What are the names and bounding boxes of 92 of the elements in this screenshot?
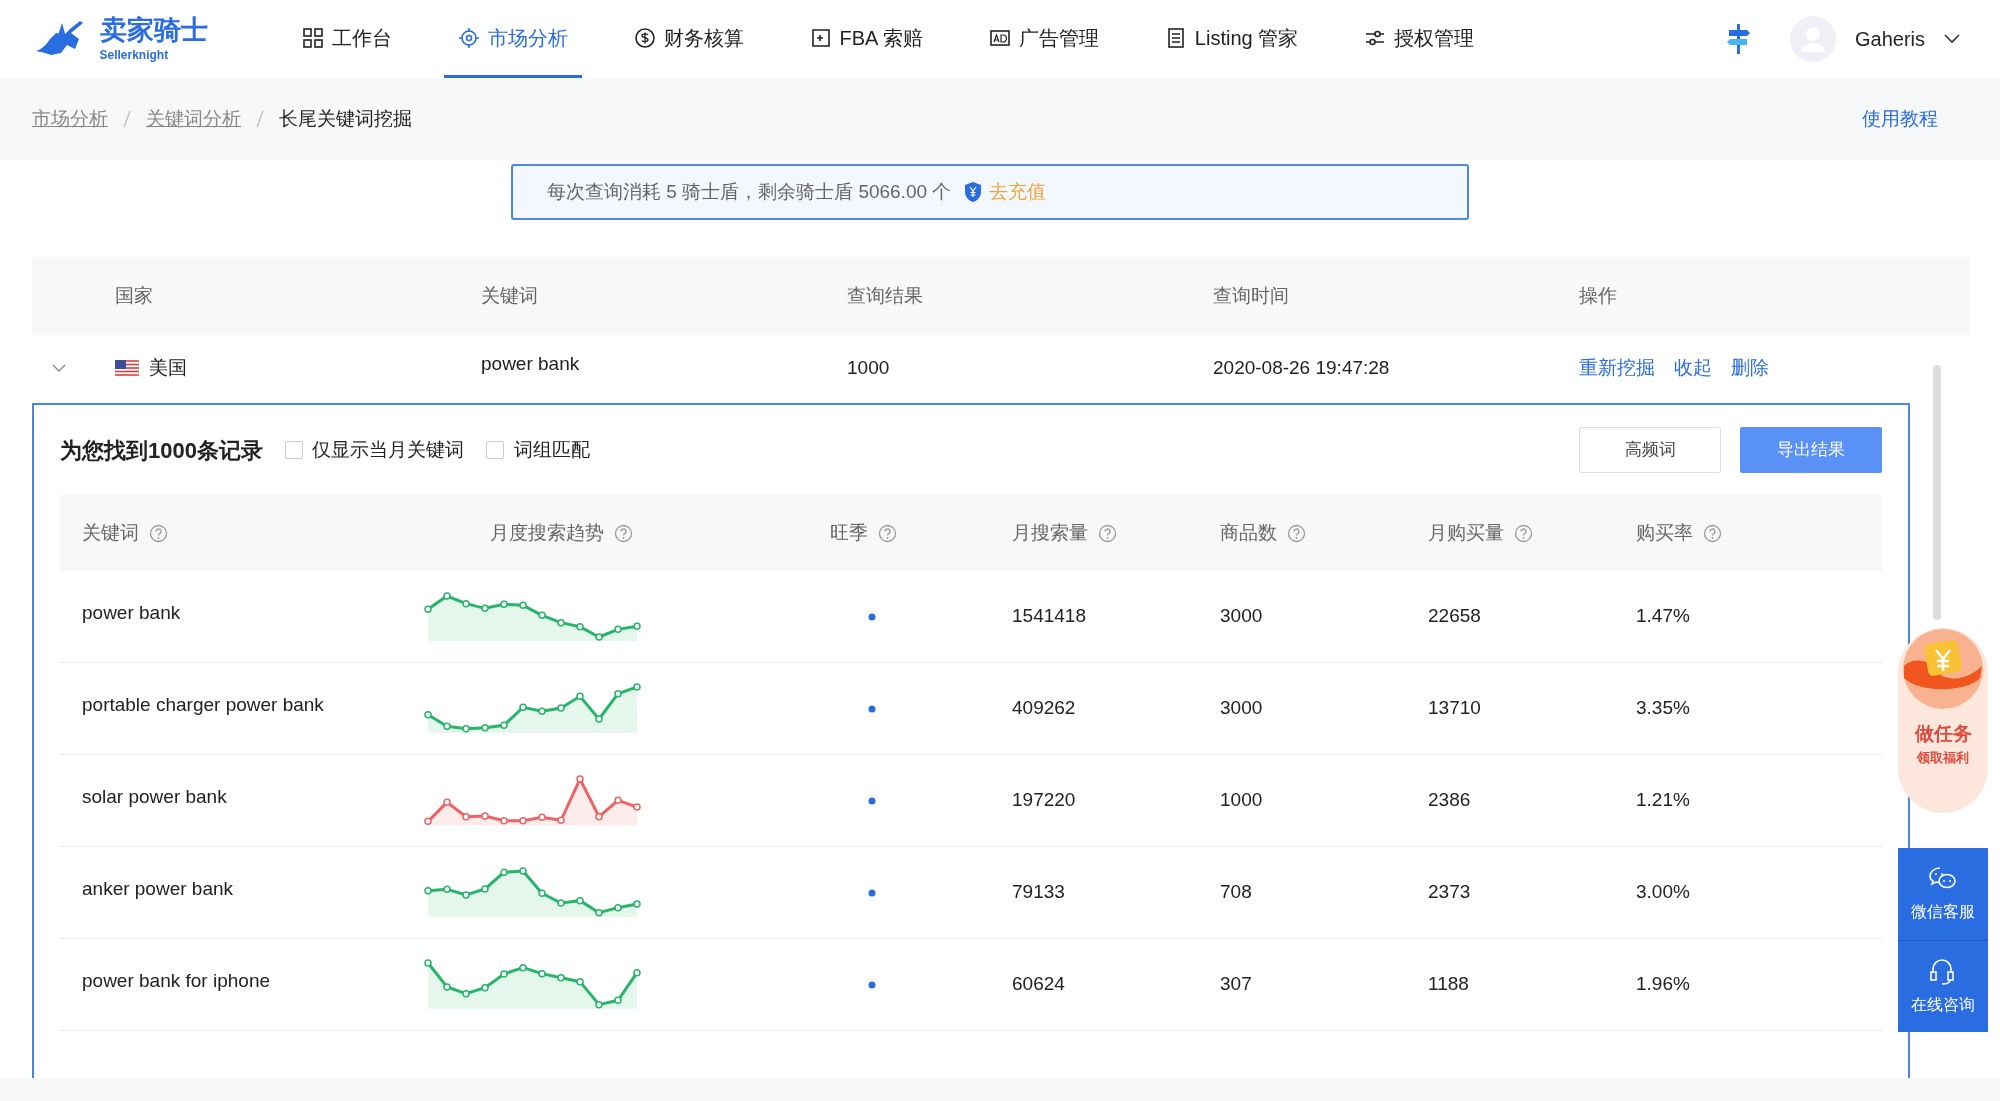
table-cell: 1.47% — [1636, 605, 1690, 627]
help-icon — [1098, 523, 1117, 543]
service-button[interactable]: 在线咨询 — [1898, 940, 1988, 1032]
nav-tab[interactable]: 授权管理 — [1350, 0, 1489, 78]
user-menu[interactable]: Gaheris — [1854, 24, 1960, 54]
nav-tab[interactable]: 财务核算 — [619, 0, 758, 78]
column-header: 国家 — [115, 284, 153, 306]
table-cell: 3.00% — [1636, 881, 1690, 903]
table-cell: 2386 — [1428, 789, 1471, 811]
table-cell: 2373 — [1428, 881, 1471, 903]
checkbox-filter[interactable]: 仅显示当月关键词 — [284, 435, 465, 465]
table-cell: 3000 — [1220, 697, 1263, 719]
breadcrumb-current: 长尾关键词挖掘 — [279, 106, 412, 131]
chevron-icon — [52, 363, 66, 373]
table-cell: power bank — [481, 352, 580, 374]
action-link[interactable]: 重新挖掘 — [1579, 353, 1655, 383]
column-header: 操作 — [1579, 284, 1617, 306]
table-cell: 1188 — [1428, 973, 1469, 995]
export-button[interactable]: 导出结果 — [1740, 427, 1882, 473]
table-cell: 1.21% — [1636, 789, 1690, 811]
us-flag-icon — [115, 360, 139, 376]
column-header: 月购买量 — [1428, 520, 1504, 545]
column-header: 查询时间 — [1213, 284, 1289, 306]
keyword-cell: portable charger power bank — [82, 694, 324, 716]
checkbox-filter[interactable]: 词组匹配 — [486, 435, 590, 465]
table-cell: 13710 — [1428, 697, 1481, 719]
results-title: 为您找到1000条记录 — [60, 436, 263, 465]
slash-separator-icon — [255, 110, 265, 128]
task-reward-widget[interactable]: 做任务 领取福利 — [1898, 628, 1988, 813]
column-header: 商品数 — [1220, 520, 1277, 545]
table-cell: 409262 — [1012, 697, 1076, 719]
table-cell: 1000 — [1220, 789, 1263, 811]
table-cell: 1541418 — [1012, 605, 1086, 627]
keyword-cell: anker power bank — [82, 878, 234, 900]
help-icon — [1514, 523, 1533, 543]
table-cell: 3.35% — [1636, 697, 1690, 719]
table-cell: 1000 — [847, 356, 890, 378]
notice-text: 每次查询消耗 5 骑士盾，剩余骑士盾 5066.00 个 — [547, 179, 952, 204]
task-subtitle: 领取福利 — [1917, 749, 1969, 767]
table-cell: 3000 — [1220, 605, 1263, 627]
column-header: 关键词 — [82, 520, 139, 545]
keyword-cell: solar power bank — [82, 786, 227, 808]
table-cell: 708 — [1220, 881, 1252, 903]
help-icon — [149, 523, 168, 543]
column-header: 旺季 — [830, 520, 868, 545]
table-cell: 1.96% — [1636, 973, 1690, 995]
peak-season-dot — [868, 613, 876, 622]
action-link[interactable]: 收起 — [1674, 353, 1712, 383]
column-header: 月搜索量 — [1012, 520, 1088, 545]
column-header: 查询结果 — [847, 284, 923, 306]
table-cell: 2020-08-26 19:47:28 — [1213, 356, 1390, 378]
peak-season-dot — [868, 889, 876, 898]
plus-box-icon — [809, 26, 832, 49]
nav-tab[interactable]: Listing 管家 — [1150, 0, 1313, 78]
breadcrumb-link[interactable]: 关键词分析 — [146, 104, 241, 134]
help-icon — [614, 523, 633, 543]
column-header: 购买率 — [1636, 520, 1693, 545]
dollar-coin-icon — [633, 26, 656, 49]
target-icon — [457, 26, 480, 49]
table-cell: 307 — [1220, 973, 1252, 995]
nav-tab[interactable]: 广告管理 — [974, 0, 1113, 78]
gift-coin-icon — [1900, 628, 1986, 710]
scrollbar[interactable] — [1933, 365, 1941, 620]
action-link[interactable]: 删除 — [1731, 353, 1769, 383]
peak-season-dot — [868, 705, 876, 714]
slash-separator-icon — [122, 110, 132, 128]
keyword-cell: power bank — [82, 602, 181, 624]
column-header: 月度搜索趋势 — [490, 520, 604, 545]
service-button[interactable]: 微信客服 — [1898, 848, 1988, 940]
table-cell: 22658 — [1428, 605, 1481, 627]
peak-season-dot — [868, 981, 876, 990]
peak-season-dot — [868, 797, 876, 806]
nav-tab[interactable]: FBA 索赔 — [795, 0, 937, 78]
help-icon — [878, 523, 897, 543]
keyword-frequency-button[interactable]: 高频词 — [1579, 427, 1721, 473]
grid-icon — [301, 26, 324, 49]
logo-subtitle: Sellerknight — [99, 48, 170, 61]
table-cell: 79133 — [1012, 881, 1065, 903]
tutorial-link[interactable]: 使用教程 — [1862, 104, 1938, 134]
nav-tab[interactable]: 工作台 — [287, 0, 406, 78]
help-icon — [1703, 523, 1722, 543]
shield-icon — [963, 181, 984, 203]
keyword-cell: power bank for iphone — [82, 970, 270, 992]
task-title: 做任务 — [1914, 721, 1972, 746]
breadcrumb-link[interactable]: 市场分析 — [32, 104, 108, 134]
help-icon — [1287, 523, 1306, 543]
table-cell-text: 美国 — [148, 355, 187, 380]
column-header: 关键词 — [481, 284, 538, 306]
chevron-down-icon — [1944, 34, 1960, 44]
logo-title: 卖家骑士 — [99, 17, 208, 45]
table-cell: 60624 — [1012, 973, 1065, 995]
table-cell: 197220 — [1012, 789, 1076, 811]
